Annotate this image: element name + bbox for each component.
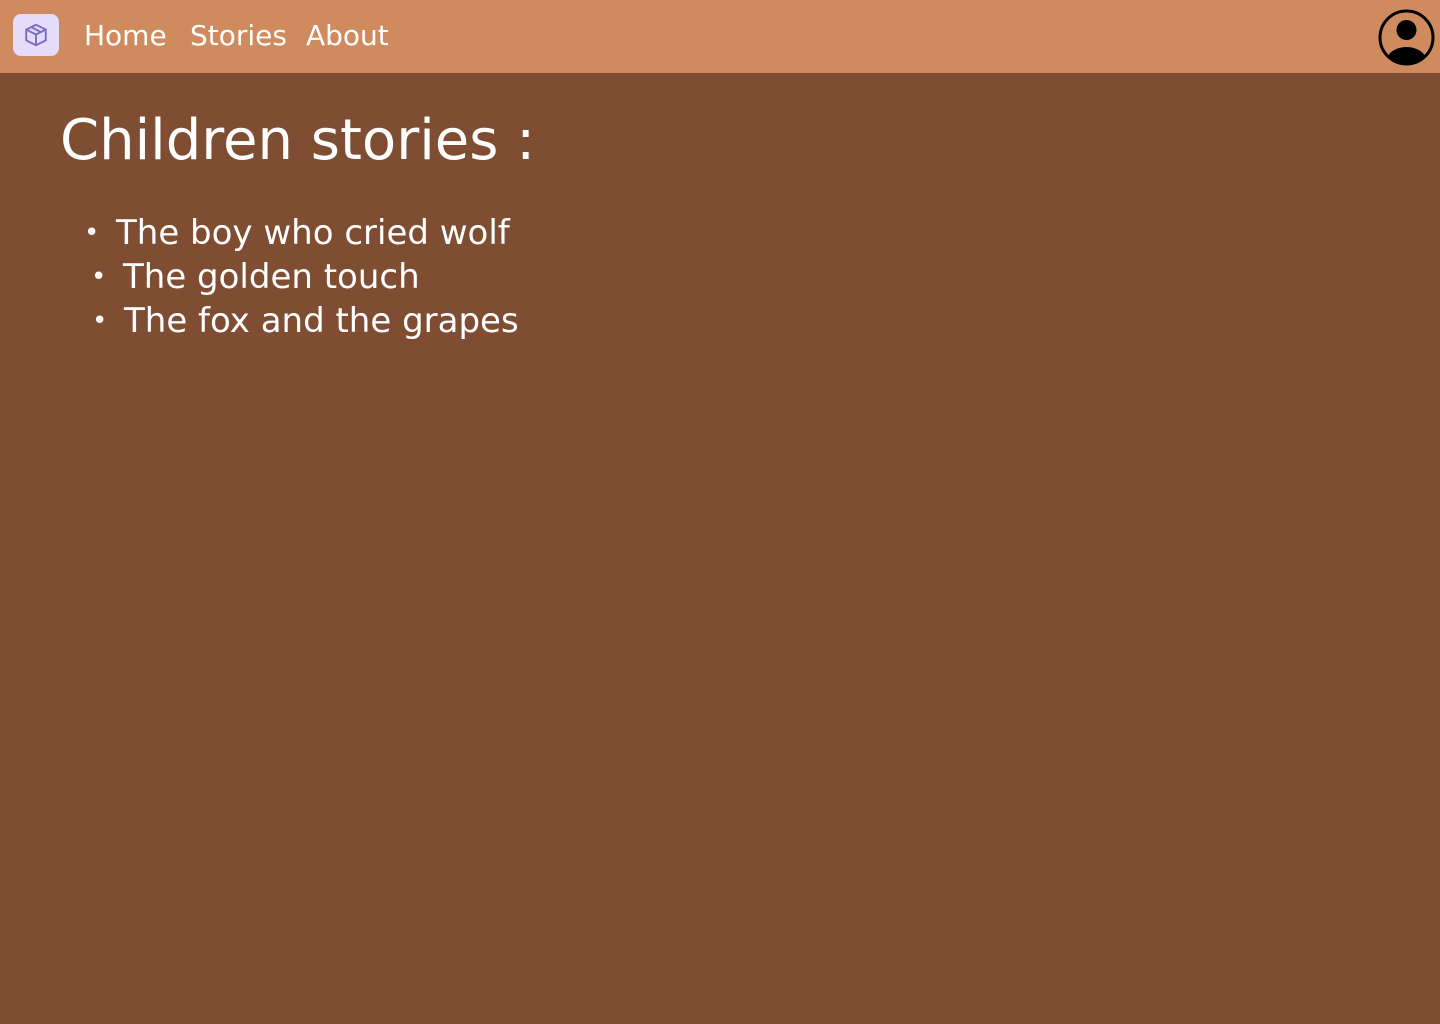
story-title: The boy who cried wolf — [116, 213, 510, 253]
box-icon — [25, 23, 47, 47]
nav-link-about[interactable]: About — [306, 18, 389, 54]
logo-button[interactable] — [13, 14, 59, 56]
story-title: The golden touch — [123, 257, 420, 297]
nav-link-stories[interactable]: Stories — [190, 18, 287, 54]
bullet-icon: • — [92, 306, 108, 336]
bullet-icon: • — [91, 262, 107, 292]
bullet-icon: • — [84, 218, 100, 248]
top-navbar: Home Stories About — [0, 0, 1440, 73]
user-avatar-icon — [1378, 9, 1435, 66]
page-title: Children stories : — [60, 108, 536, 173]
story-title: The fox and the grapes — [124, 301, 519, 341]
profile-button[interactable] — [1378, 9, 1435, 66]
nav-link-home[interactable]: Home — [84, 18, 167, 54]
